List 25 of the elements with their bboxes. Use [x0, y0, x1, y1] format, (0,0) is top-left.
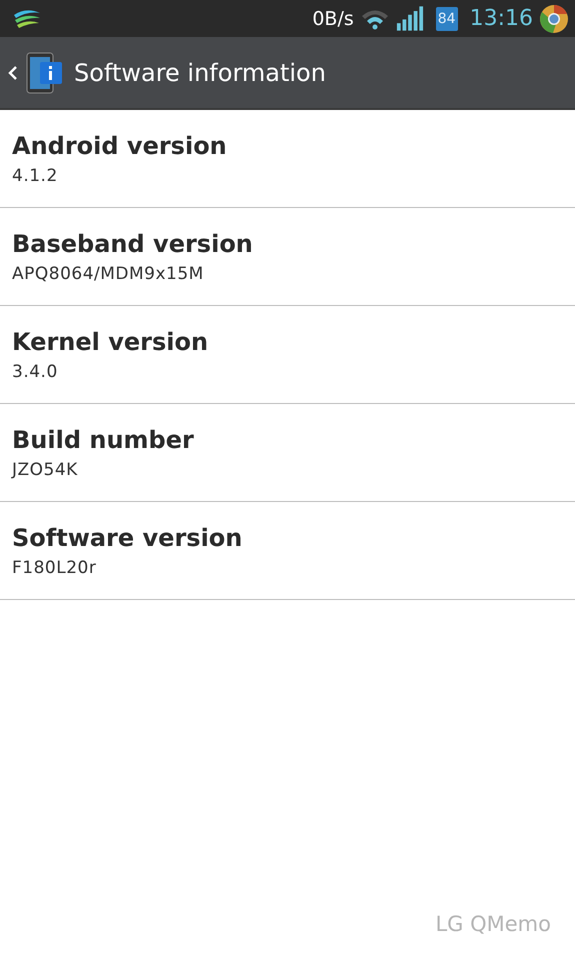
memo-mark: LG QMemo: [435, 912, 551, 936]
battery-level: 84: [436, 6, 458, 30]
signal-icon: [396, 6, 424, 31]
item-title: Baseband version: [12, 230, 254, 258]
item-title: Software version: [12, 524, 244, 552]
info-row[interactable]: Kernel version 3.4.0: [0, 306, 575, 404]
chevron-left-icon: [8, 64, 18, 80]
clock: 13:16: [470, 6, 533, 31]
info-row[interactable]: Android version 4.1.2: [0, 110, 575, 208]
item-value: APQ8064/MDM9x15M: [12, 264, 205, 284]
item-title: Kernel version: [12, 328, 210, 356]
info-row[interactable]: Baseband version APQ8064/MDM9x15M: [0, 208, 575, 306]
item-value: 3.4.0: [12, 362, 59, 382]
screen-title: Software information: [74, 58, 326, 86]
item-value: JZO54K: [12, 460, 79, 480]
item-title: Build number: [12, 426, 195, 454]
info-row[interactable]: Build number JZO54K: [0, 404, 575, 502]
item-value: 4.1.2: [12, 166, 59, 186]
item-value: F180L20r: [12, 558, 98, 578]
network-speed: 0B/s: [312, 8, 354, 30]
circle-logo-icon: [539, 4, 569, 34]
info-row[interactable]: Software version F180L20r: [0, 502, 575, 600]
item-title: Android version: [12, 132, 228, 160]
wifi-icon: [360, 8, 390, 30]
phone-info-icon: [26, 52, 64, 94]
